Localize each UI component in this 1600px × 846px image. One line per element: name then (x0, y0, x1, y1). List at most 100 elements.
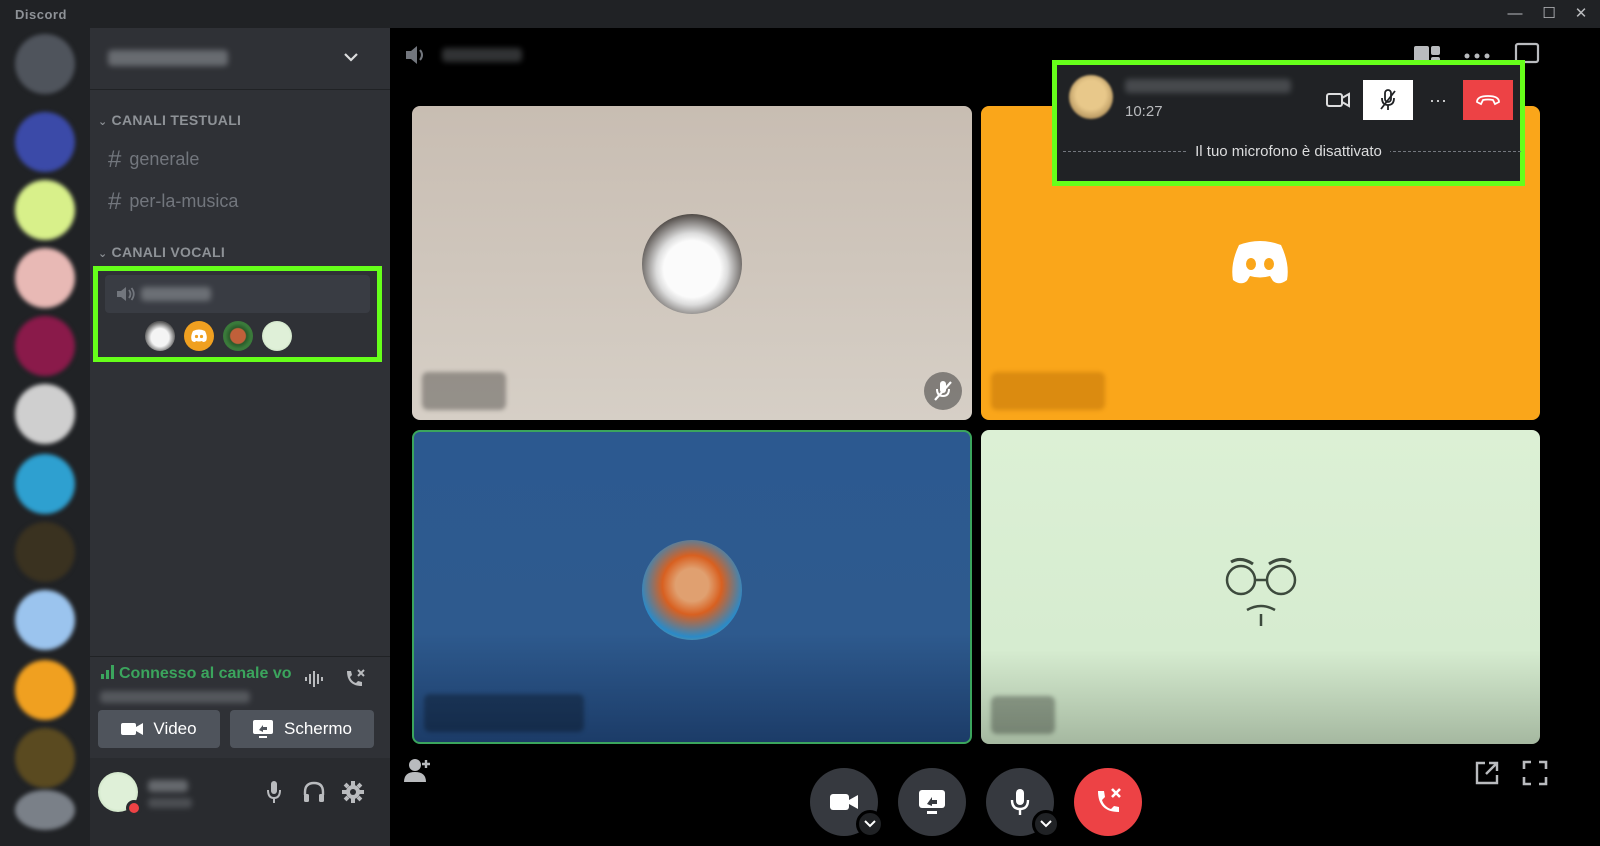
call-overlay: 10:27 ··· Il tuo microfono è disattivato (1052, 60, 1525, 186)
mic-options-button[interactable] (1032, 810, 1060, 838)
participant-tile-speaking[interactable] (412, 430, 972, 744)
avatar[interactable] (145, 321, 175, 351)
text-category[interactable]: ⌄ CANALI TESTUALI (98, 112, 241, 128)
avatar[interactable] (262, 321, 292, 351)
server-icon[interactable] (15, 112, 75, 172)
channel-name: generale (129, 149, 200, 169)
avatar (642, 214, 742, 314)
voice-channel-name (141, 287, 211, 301)
more-icon[interactable] (1464, 52, 1490, 60)
minimize-button[interactable]: — (1500, 2, 1530, 26)
overlay-more-button[interactable]: ··· (1413, 80, 1463, 120)
username (148, 780, 188, 792)
caller-name (1125, 79, 1291, 93)
call-channel-name (442, 48, 522, 62)
mic-icon[interactable] (266, 780, 282, 804)
soundwave-icon[interactable] (304, 669, 326, 689)
call-duration: 10:27 (1125, 103, 1163, 120)
channel-per-la-musica[interactable]: # per-la-musica (108, 188, 238, 216)
connection-detail (100, 691, 250, 703)
add-user-icon[interactable] (404, 758, 432, 784)
guild-header[interactable] (90, 28, 390, 90)
channel-name: per-la-musica (129, 191, 239, 211)
server-icon[interactable] (15, 522, 75, 582)
camera-options-button[interactable] (856, 810, 884, 838)
camera-icon (830, 794, 858, 810)
disconnect-icon[interactable] (342, 667, 366, 691)
server-icon[interactable] (15, 316, 75, 376)
guild-name (108, 50, 228, 66)
video-button-label: Video (153, 719, 197, 738)
voice-channel[interactable] (105, 275, 370, 313)
hash-icon: # (108, 188, 122, 215)
server-icon[interactable] (15, 34, 75, 94)
close-window-button[interactable]: ✕ (1566, 2, 1596, 26)
mic-muted-message: Il tuo microfono è disattivato (1187, 143, 1390, 160)
channel-sidebar: ⌄ CANALI TESTUALI # generale # per-la-music… (90, 28, 390, 846)
dnd-status-icon (126, 800, 142, 816)
camera-icon (1326, 92, 1350, 108)
hangup-icon (1098, 788, 1121, 812)
avatar (1225, 557, 1297, 626)
chevron-down-icon[interactable] (342, 48, 360, 66)
chevron-down-icon (864, 820, 876, 828)
connection-status[interactable]: Connesso al canale vo (100, 665, 292, 683)
server-icon[interactable] (15, 660, 75, 720)
participant-tile[interactable] (412, 106, 972, 420)
mic-message-row: Il tuo microfono è disattivato (1057, 143, 1520, 161)
gear-icon[interactable] (341, 780, 365, 804)
mic-toggle-button[interactable] (986, 768, 1060, 838)
connection-status-label: Connesso al canale vo (119, 665, 292, 682)
mic-icon (1010, 789, 1030, 815)
avatar (642, 540, 742, 640)
name-tag (991, 372, 1105, 410)
user-panel (90, 758, 390, 846)
mic-off-icon (934, 381, 952, 401)
hangup-button[interactable] (1074, 768, 1142, 836)
overlay-hangup-button[interactable] (1463, 80, 1513, 120)
hash-icon: # (108, 146, 122, 173)
avatar (1069, 75, 1113, 119)
avatar[interactable] (184, 321, 214, 351)
screen-share-icon (252, 720, 273, 738)
server-icon[interactable] (15, 384, 75, 444)
voice-channel-highlight (93, 266, 382, 362)
discord-logo-icon (191, 329, 207, 342)
mic-off-badge (924, 372, 962, 410)
name-tag (424, 694, 584, 732)
server-icon[interactable] (15, 790, 75, 830)
channel-generale[interactable]: # generale (108, 146, 199, 174)
server-icon[interactable] (15, 180, 75, 240)
screen-share-icon (919, 790, 945, 814)
camera-toggle-button[interactable] (810, 768, 884, 838)
server-icon[interactable] (15, 728, 75, 788)
name-tag (422, 372, 506, 410)
screen-share-button[interactable]: Schermo (230, 710, 374, 748)
camera-icon (121, 723, 144, 735)
headphones-icon[interactable] (302, 780, 326, 804)
text-category-label: CANALI TESTUALI (111, 112, 242, 128)
title-bar: Discord — ☐ ✕ (0, 0, 1600, 28)
chevron-down-icon (1040, 820, 1052, 828)
mic-off-icon (1380, 89, 1396, 110)
participant-tile[interactable] (981, 430, 1540, 744)
discord-logo-icon (1232, 241, 1288, 284)
overlay-mic-button[interactable] (1363, 80, 1413, 120)
server-icon[interactable] (15, 248, 75, 308)
maximize-button[interactable]: ☐ (1534, 2, 1564, 26)
fullscreen-icon[interactable] (1522, 760, 1548, 786)
screen-share-toggle-button[interactable] (898, 768, 966, 836)
video-button[interactable]: Video (98, 710, 220, 748)
server-list (0, 28, 90, 846)
avatar[interactable] (98, 772, 142, 816)
voice-category[interactable]: ⌄ CANALI VOCALI (98, 244, 225, 260)
server-icon[interactable] (15, 454, 75, 514)
app-title: Discord (15, 7, 67, 22)
hangup-icon (1476, 95, 1500, 106)
server-icon[interactable] (15, 590, 75, 650)
speaker-icon (406, 46, 423, 64)
avatar[interactable] (223, 321, 253, 351)
screen-share-label: Schermo (283, 719, 353, 738)
popout-icon[interactable] (1474, 760, 1500, 786)
overlay-camera-button[interactable] (1313, 80, 1363, 120)
